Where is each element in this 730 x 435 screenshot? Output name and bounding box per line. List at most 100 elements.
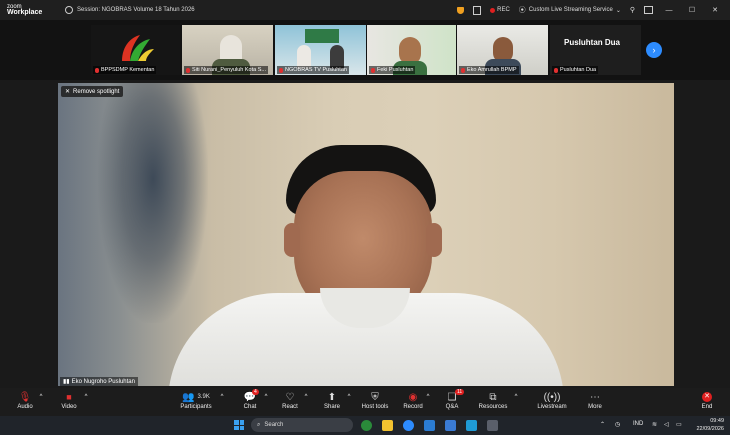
clock-time: 09:49 — [710, 418, 724, 424]
participant-name: Eko Amrullah BPMP — [467, 67, 517, 73]
mic-off-icon: 🎙 — [18, 391, 32, 403]
resources-label: Resources — [478, 404, 508, 410]
taskbar-search[interactable]: ⌕ Search — [251, 418, 353, 432]
zoom-logo: zoom Workplace — [0, 4, 55, 16]
clock[interactable]: 09:49 22/09/2026 — [696, 417, 724, 433]
shield-icon: ⛨ — [371, 391, 379, 403]
taskbar-app-icon[interactable] — [424, 420, 435, 431]
host-tools-button[interactable]: ⛨ Host tools — [360, 390, 390, 411]
tray-chevron-icon[interactable]: ⌃ — [600, 421, 605, 428]
participants-options-caret[interactable]: ^ — [218, 394, 226, 400]
streaming-label: Custom Live Streaming Service — [528, 7, 613, 13]
qa-label: Q&A — [445, 404, 459, 410]
end-icon: ✕ — [697, 390, 717, 404]
chevron-up-icon: ^ — [220, 394, 224, 400]
video-button[interactable]: ■ Video — [56, 390, 82, 410]
participant-name: Siti Nurani_Penyuluh Kota S... — [192, 67, 266, 73]
share-options-caret[interactable]: ^ — [345, 394, 353, 400]
remove-spotlight-button[interactable]: ✕ Remove spotlight — [61, 86, 124, 97]
record-icon: ◉ — [408, 391, 418, 403]
chevron-up-icon: ^ — [304, 394, 308, 400]
mic-muted-icon — [279, 67, 283, 73]
host-tools-label: Host tools — [361, 404, 389, 410]
maximize-button[interactable]: ☐ — [685, 6, 699, 14]
logo-line2: Workplace — [7, 9, 43, 16]
taskbar-app-icon[interactable] — [466, 420, 477, 431]
taskbar-app-icon[interactable] — [403, 420, 414, 431]
share-button[interactable]: ⬆ Share — [320, 390, 344, 411]
taskbar-app-icon[interactable] — [382, 420, 393, 431]
spotlight-video — [58, 83, 674, 386]
session-info[interactable]: Session: NGOBRAS Volume 18 Tahun 2026 — [65, 6, 195, 14]
windows-start-icon[interactable] — [234, 420, 244, 430]
record-label: Record — [403, 404, 423, 410]
rec-label: REC — [497, 7, 510, 13]
more-label: More — [588, 404, 602, 410]
view-grid-icon[interactable] — [644, 6, 653, 14]
chat-options-caret[interactable]: ^ — [262, 394, 270, 400]
resources-options-caret[interactable]: ^ — [512, 394, 520, 400]
chevron-up-icon: ^ — [264, 394, 268, 400]
react-button[interactable]: ♡ React — [278, 390, 302, 411]
participant-tile[interactable]: Feki Pusluhtan — [367, 25, 456, 75]
participant-tile[interactable]: Pusluhtan Dua Pusluhtan Dua — [550, 25, 641, 75]
participants-button[interactable]: 👥 3.9K Participants — [176, 390, 216, 411]
mic-muted-icon — [95, 67, 99, 73]
qa-badge: 11 — [455, 389, 465, 395]
participant-tile[interactable]: BPPSDMP Kementan — [91, 25, 180, 75]
record-options-caret[interactable]: ^ — [424, 394, 432, 400]
end-label: End — [701, 404, 713, 410]
livestream-button[interactable]: ((•)) Livestream — [534, 390, 570, 411]
security-shield-icon[interactable] — [457, 6, 465, 14]
participant-name: Pusluhtan Dua — [560, 67, 597, 73]
participant-name: Feki Pusluhtan — [377, 67, 414, 73]
broadcast-icon: ⦿ — [518, 7, 526, 14]
streaming-indicator[interactable]: ⦿ Custom Live Streaming Service ⌄ — [519, 5, 621, 15]
info-icon[interactable] — [65, 6, 73, 14]
chat-label: Chat — [243, 404, 257, 410]
clock-date: 22/09/2026 — [696, 426, 724, 432]
rec-indicator[interactable]: REC — [490, 7, 510, 13]
main-video-area — [0, 80, 730, 388]
chevron-up-icon: ^ — [514, 394, 518, 400]
more-button[interactable]: ⋯ More — [583, 390, 607, 411]
taskbar-app-icon[interactable] — [361, 420, 372, 431]
session-title: Session: NGOBRAS Volume 18 Tahun 2026 — [77, 7, 195, 13]
close-button[interactable]: ✕ — [708, 6, 722, 14]
tray-app-icon[interactable]: ◷ — [615, 421, 620, 428]
speaker-icon[interactable]: ◁ — [664, 421, 669, 428]
video-options-caret[interactable]: ^ — [82, 394, 90, 400]
taskbar-app-icon[interactable] — [445, 420, 456, 431]
audio-label: Audio — [17, 404, 33, 410]
livestream-icon: ((•)) — [543, 391, 561, 403]
next-page-button[interactable]: › — [646, 42, 662, 58]
end-button[interactable]: ✕ End — [697, 390, 717, 410]
livestream-label: Livestream — [537, 404, 567, 410]
apps-icon[interactable]: ⚲ — [630, 6, 635, 14]
participant-tile[interactable]: Siti Nurani_Penyuluh Kota S... — [182, 25, 273, 75]
participant-name: BPPSDMP Kementan — [101, 67, 155, 73]
record-button[interactable]: ◉ Record — [401, 390, 425, 411]
battery-icon[interactable]: ▭ — [676, 421, 682, 428]
chevron-up-icon: ^ — [426, 394, 430, 400]
share-label: Share — [323, 404, 340, 410]
react-options-caret[interactable]: ^ — [302, 394, 310, 400]
language-indicator[interactable]: IND — [633, 421, 643, 427]
resources-button[interactable]: ⧉ Resources — [478, 390, 508, 411]
chevron-up-icon: ^ — [347, 394, 351, 400]
speaker-name: Eko Nugroho Pusluhtan — [71, 378, 135, 385]
audio-options-caret[interactable]: ^ — [37, 394, 45, 400]
chat-badge: 4 — [252, 389, 259, 395]
bppsdmp-logo-icon — [122, 35, 154, 61]
participants-label: Participants — [180, 404, 212, 410]
participant-tile[interactable]: NGOBRAS TV Pusluhtan — [275, 25, 366, 75]
video-label: Video — [61, 404, 77, 410]
minimize-button[interactable]: — — [662, 7, 676, 14]
wifi-icon[interactable]: ≋ — [652, 421, 657, 428]
audio-button[interactable]: 🎙 Audio — [12, 390, 38, 411]
participant-name: NGOBRAS TV Pusluhtan — [285, 67, 347, 73]
notes-icon[interactable] — [473, 5, 482, 15]
participant-tile[interactable]: Eko Amrullah BPMP — [457, 25, 548, 75]
mic-muted-icon — [461, 67, 465, 73]
taskbar-app-icon[interactable] — [487, 420, 498, 431]
